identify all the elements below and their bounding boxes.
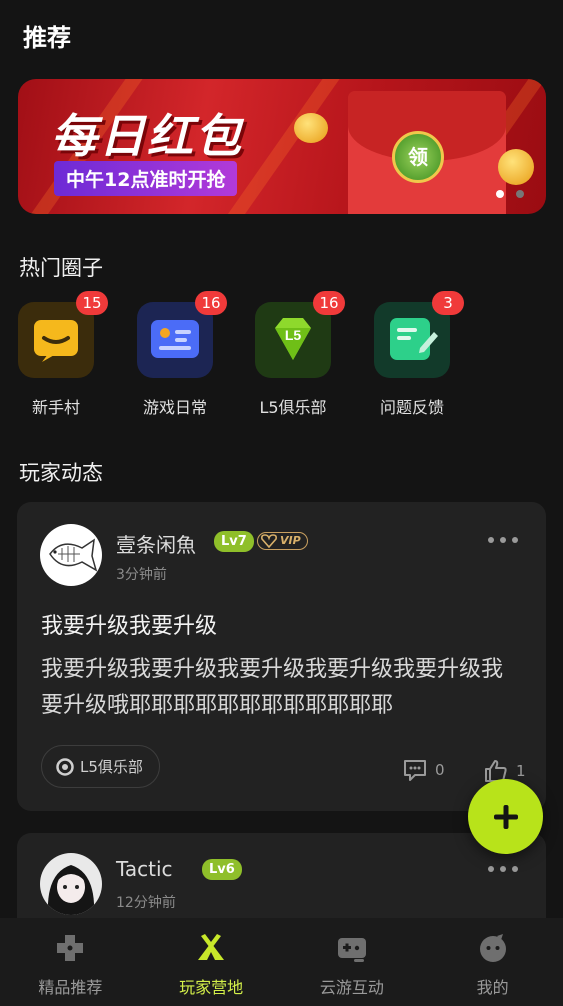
banner-title: 每日红包 [51, 109, 243, 163]
coin-icon [498, 149, 534, 185]
circle-item-newbie-village[interactable]: 15 新手村 [11, 291, 108, 418]
nav-label: 精品推荐 [38, 978, 103, 997]
tab-featured[interactable]: 精品推荐 [0, 918, 141, 1006]
banner-subtitle: 中午12点准时开抢 [54, 161, 238, 196]
post-card[interactable]: 壹条闲魚 Lv7 VIP 3分钟前 我要升级我要升级 我要升级我要升级我要升级我… [17, 502, 546, 811]
carousel-dot [496, 190, 504, 198]
nav-label: 我的 [476, 978, 509, 997]
nav-label: 玩家营地 [179, 978, 244, 997]
unread-badge: 3 [432, 291, 464, 315]
page-title: 推荐 [23, 24, 71, 52]
carousel-dot [516, 190, 524, 198]
post-body[interactable]: 我要升级我要升级我要升级我要升级我要升级我要升级哦耶耶耶耶耶耶耶耶耶耶耶耶 [41, 652, 523, 724]
username[interactable]: Tactic [116, 857, 173, 881]
unread-badge: 16 [195, 291, 227, 315]
avatar[interactable] [40, 853, 102, 915]
svg-text:L5: L5 [285, 327, 302, 343]
post-time: 3分钟前 [116, 567, 167, 583]
vip-heart-icon [261, 534, 277, 548]
circle-label: 问题反馈 [379, 398, 444, 417]
circle-label: 新手村 [31, 398, 80, 417]
post-time: 12分钟前 [116, 895, 176, 911]
unread-badge: 16 [313, 291, 345, 315]
profile-icon [479, 934, 506, 962]
tab-profile[interactable]: 我的 [422, 918, 563, 1006]
claim-button[interactable]: 领 [392, 131, 444, 183]
coin-icon [294, 113, 328, 143]
like-count: 1 [516, 762, 526, 780]
create-post-button[interactable] [468, 779, 543, 854]
tab-player-camp[interactable]: 玩家营地 [141, 918, 282, 1006]
cloud-game-icon [337, 938, 366, 962]
plus-icon [493, 804, 518, 829]
level-badge: Lv6 [202, 859, 242, 880]
username[interactable]: 壹条闲魚 [116, 529, 196, 558]
bottom-nav: 精品推荐 玩家营地 云游互动 我的 [0, 918, 563, 1006]
vip-label: VIP [280, 534, 301, 547]
anime-girl-avatar-icon [47, 865, 95, 915]
circle-item-feedback[interactable]: 3 问题反馈 [367, 291, 464, 418]
level-badge: Lv7 [214, 531, 254, 552]
more-icon[interactable] [488, 864, 518, 874]
fish-sketch-icon [49, 538, 98, 572]
post-title[interactable]: 我要升级我要升级 [41, 608, 217, 640]
avatar[interactable] [40, 524, 102, 586]
unread-badge: 15 [76, 291, 108, 315]
circle-label: L5俱乐部 [259, 398, 327, 417]
circle-item-l5-club[interactable]: L5 16 L5俱乐部 [248, 291, 345, 418]
nav-label: 云游互动 [319, 978, 384, 997]
player-feed-title: 玩家动态 [19, 461, 103, 485]
comment-button[interactable]: 0 [403, 759, 445, 781]
circle-item-game-daily[interactable]: 16 游戏日常 [130, 291, 227, 418]
circle-label: 游戏日常 [142, 398, 207, 417]
daily-red-packet-banner[interactable]: 每日红包 中午12点准时开抢 领 [18, 79, 546, 214]
hot-circles-title: 热门圈子 [19, 256, 103, 280]
tab-cloud-interaction[interactable]: 云游互动 [282, 918, 423, 1006]
comment-icon [404, 760, 426, 781]
circle-tag[interactable]: L5俱乐部 [41, 745, 160, 788]
vip-badge: VIP [257, 532, 308, 550]
camp-icon [198, 934, 225, 960]
circle-target-icon [56, 757, 74, 776]
circle-tag-label: L5俱乐部 [80, 758, 143, 776]
more-icon[interactable] [488, 535, 518, 545]
comment-count: 0 [435, 761, 445, 779]
gamepad-icon [57, 935, 84, 961]
